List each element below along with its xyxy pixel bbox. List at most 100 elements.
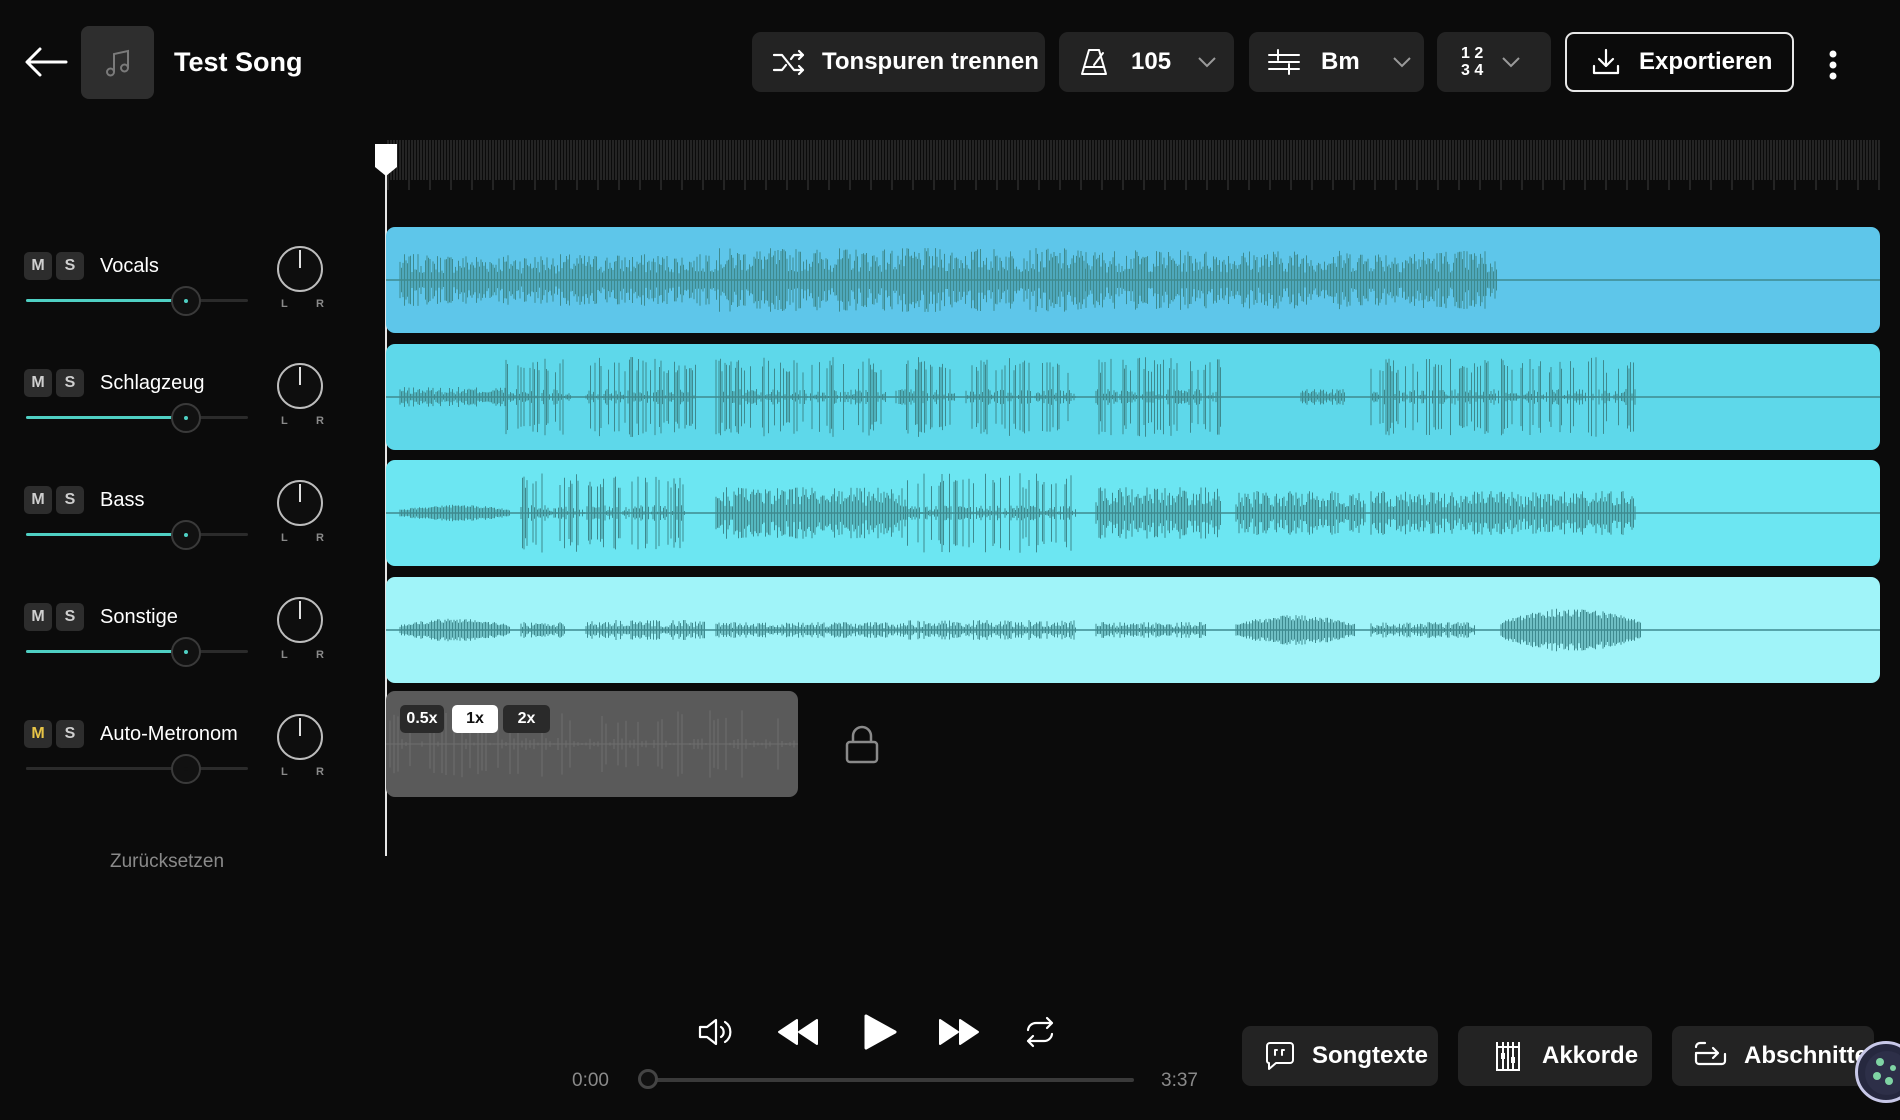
pan-left-label: L — [281, 415, 288, 427]
time-signature-dropdown[interactable]: 1 2 3 4 — [1437, 32, 1551, 92]
lyrics-label: Songtexte — [1312, 1042, 1429, 1069]
track-lane-sonstige[interactable] — [386, 577, 1880, 683]
key-value: Bm — [1321, 48, 1360, 75]
chords-label: Akkorde — [1542, 1042, 1639, 1069]
track-name: Vocals — [100, 255, 159, 277]
metronome-icon — [1081, 49, 1107, 75]
timeline-ruler[interactable] — [386, 140, 1880, 195]
mute-button[interactable]: M — [24, 486, 52, 514]
lyrics-bubble-icon — [1266, 1042, 1294, 1070]
key-dropdown[interactable]: Bm — [1249, 32, 1424, 92]
solo-button[interactable]: S — [56, 720, 84, 748]
pan-knob[interactable] — [277, 480, 323, 526]
lock-icon[interactable] — [843, 724, 881, 766]
volume-slider[interactable] — [26, 533, 248, 536]
chevron-down-icon — [1198, 57, 1216, 68]
pan-right-label: R — [316, 298, 324, 310]
playhead-handle[interactable] — [374, 143, 398, 177]
reset-button[interactable]: Zurücksetzen — [110, 851, 224, 873]
mute-button[interactable]: M — [24, 603, 52, 631]
volume-slider[interactable] — [26, 416, 248, 419]
track-controls-schlagzeug: M S Schlagzeug L R — [24, 363, 354, 479]
track-controls-vocals: M S Vocals L R — [24, 246, 354, 362]
volume-slider[interactable] — [26, 650, 248, 653]
pan-left-label: L — [281, 766, 288, 778]
volume-slider-thumb[interactable] — [170, 403, 201, 433]
pan-knob[interactable] — [277, 597, 323, 643]
speed-2x-button[interactable]: 2x — [503, 705, 550, 733]
section-loop-icon — [1694, 1041, 1727, 1066]
export-label: Exportieren — [1639, 48, 1773, 75]
volume-slider[interactable] — [26, 299, 248, 302]
sections-label: Abschnitte — [1744, 1042, 1869, 1069]
solo-button[interactable]: S — [56, 603, 84, 631]
loop-icon[interactable] — [1022, 1016, 1058, 1048]
track-controls-sonstige: M S Sonstige L R — [24, 597, 354, 713]
fast-forward-icon[interactable] — [938, 1017, 980, 1047]
more-options-button[interactable] — [1820, 48, 1846, 82]
mute-button[interactable]: M — [24, 252, 52, 280]
lyrics-button[interactable]: Songtexte — [1242, 1026, 1438, 1086]
track-name: Sonstige — [100, 606, 178, 628]
track-name: Auto-Metronom — [100, 723, 238, 745]
chevron-down-icon — [1502, 57, 1520, 68]
time-signature-top: 1 2 — [1461, 45, 1484, 62]
track-controls-auto-metronom: M S Auto-Metronom L R — [24, 714, 354, 830]
pan-left-label: L — [281, 532, 288, 544]
pan-knob[interactable] — [277, 246, 323, 292]
separate-tracks-button[interactable]: Tonspuren trennen — [752, 32, 1045, 92]
track-name: Bass — [100, 489, 145, 511]
chevron-down-icon — [1392, 57, 1411, 68]
pan-right-label: R — [316, 766, 324, 778]
music-note-icon — [105, 49, 129, 76]
split-arrows-icon — [772, 49, 805, 76]
volume-slider-thumb[interactable] — [170, 520, 201, 550]
track-lane-vocals[interactable] — [386, 227, 1880, 333]
chords-button[interactable]: Akkorde — [1458, 1026, 1652, 1086]
pan-left-label: L — [281, 298, 288, 310]
solo-button[interactable]: S — [56, 252, 84, 280]
song-title: Test Song — [174, 47, 303, 77]
current-time: 0:00 — [572, 1070, 609, 1091]
solo-button[interactable]: S — [56, 369, 84, 397]
tempo-value: 105 — [1131, 48, 1172, 75]
pan-right-label: R — [316, 415, 324, 427]
volume-slider-thumb[interactable] — [170, 637, 201, 667]
volume-slider-thumb[interactable] — [170, 754, 201, 784]
mute-button[interactable]: M — [24, 720, 52, 748]
tempo-dropdown[interactable]: 105 — [1059, 32, 1234, 92]
time-signature-icon: 1 2 3 4 — [1461, 45, 1483, 79]
back-arrow-icon — [25, 47, 68, 77]
volume-slider[interactable] — [26, 767, 248, 770]
play-icon[interactable] — [862, 1013, 898, 1051]
pan-knob[interactable] — [277, 363, 323, 409]
song-artwork — [81, 26, 154, 99]
volume-slider-thumb[interactable] — [170, 286, 201, 316]
more-vertical-icon — [1829, 50, 1837, 80]
mute-button[interactable]: M — [24, 369, 52, 397]
time-signature-bottom: 3 4 — [1461, 62, 1484, 79]
track-lane-bass[interactable] — [386, 460, 1880, 566]
export-button[interactable]: Exportieren — [1565, 32, 1794, 92]
track-lane-schlagzeug[interactable] — [386, 344, 1880, 450]
progress-thumb[interactable] — [638, 1069, 658, 1089]
back-button[interactable] — [22, 44, 68, 80]
solo-button[interactable]: S — [56, 486, 84, 514]
key-sliders-icon — [1268, 49, 1300, 75]
cookie-icon — [1865, 1051, 1900, 1095]
pan-right-label: R — [316, 532, 324, 544]
track-lane-auto-metronom[interactable]: 0.5x 1x 2x — [386, 691, 798, 797]
sections-button[interactable]: Abschnitte — [1672, 1026, 1874, 1086]
pan-right-label: R — [316, 649, 324, 661]
progress-bar[interactable] — [648, 1078, 1134, 1082]
rewind-icon[interactable] — [777, 1017, 819, 1047]
track-name: Schlagzeug — [100, 372, 205, 394]
speed-0.5x-button[interactable]: 0.5x — [400, 705, 444, 733]
speed-1x-button[interactable]: 1x — [452, 705, 498, 733]
download-icon — [1592, 48, 1620, 75]
volume-icon[interactable] — [697, 1016, 735, 1048]
pan-knob[interactable] — [277, 714, 323, 760]
track-controls-bass: M S Bass L R — [24, 480, 354, 596]
pan-left-label: L — [281, 649, 288, 661]
total-time: 3:37 — [1161, 1070, 1198, 1091]
